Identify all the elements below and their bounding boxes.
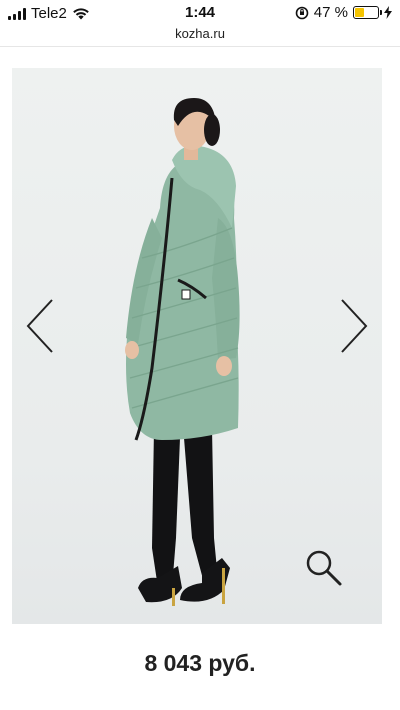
product-photo [125, 98, 240, 606]
status-right: 47 % [295, 4, 392, 21]
battery-percent: 47 % [313, 4, 348, 21]
address-bar-url[interactable]: kozha.ru [0, 26, 400, 41]
product-image-gallery[interactable] [12, 68, 382, 624]
charging-bolt-icon [384, 6, 392, 19]
battery-fill [355, 8, 365, 17]
product-price: 8 043 руб. [144, 650, 256, 676]
next-image-chevron-icon[interactable] [334, 296, 374, 356]
previous-image-chevron-icon[interactable] [20, 296, 60, 356]
address-bar-divider [0, 46, 400, 47]
orientation-lock-icon [295, 6, 309, 19]
battery-icon [353, 6, 382, 19]
status-bar: Tele2 1:44 47 % [0, 0, 400, 28]
zoom-magnifier-icon[interactable] [304, 548, 344, 588]
